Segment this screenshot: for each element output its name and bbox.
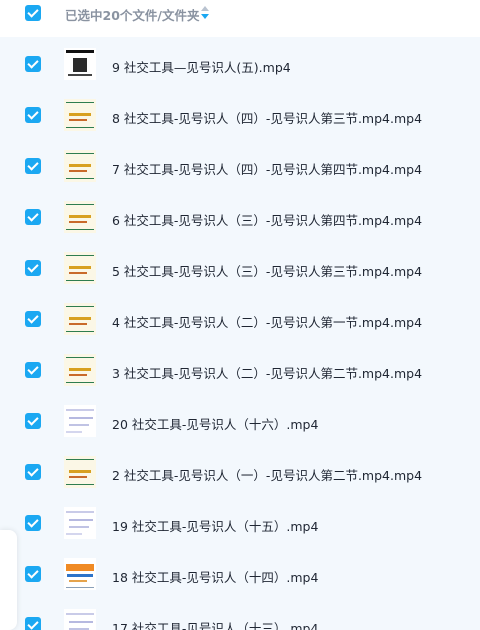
file-name: 8 社交工具-见号识人（四）-见号识人第三节.mp4.mp4 (112, 111, 423, 126)
side-panel-edge[interactable] (0, 530, 17, 630)
video-thumbnail-icon (64, 456, 96, 488)
video-thumbnail-icon (64, 354, 96, 386)
video-thumbnail-icon (64, 99, 96, 131)
file-row[interactable]: 8 社交工具-见号识人（四）-见号识人第三节.mp4.mp4 (0, 90, 480, 141)
video-thumbnail-icon (64, 48, 96, 80)
video-thumbnail-icon (64, 150, 96, 182)
file-row[interactable]: 7 社交工具-见号识人（四）-见号识人第四节.mp4.mp4 (0, 141, 480, 192)
file-checkbox[interactable] (25, 311, 41, 327)
file-list: 9 社交工具—见号识人(五).mp4 8 社交工具-见号识人（四）-见号识人第三… (0, 37, 480, 630)
video-thumbnail-icon (64, 252, 96, 284)
file-row[interactable]: 18 社交工具-见号识人（十四）.mp4 (0, 549, 480, 600)
file-checkbox[interactable] (25, 260, 41, 276)
file-name: 6 社交工具-见号识人（三）-见号识人第四节.mp4.mp4 (112, 213, 423, 228)
file-checkbox[interactable] (25, 56, 41, 72)
file-name: 5 社交工具-见号识人（三）-见号识人第三节.mp4.mp4 (112, 264, 423, 279)
file-name: 20 社交工具-见号识人（十六）.mp4 (112, 417, 319, 432)
selection-header: 已选中20个文件/文件夹 (0, 0, 480, 30)
select-all-checkbox[interactable] (25, 5, 41, 21)
file-name: 7 社交工具-见号识人（四）-见号识人第四节.mp4.mp4 (112, 162, 423, 177)
file-checkbox[interactable] (25, 107, 41, 123)
video-thumbnail-icon (64, 405, 96, 437)
video-thumbnail-icon (64, 303, 96, 335)
video-thumbnail-icon (64, 507, 96, 539)
file-name: 17 社交工具-见号识人（十三）.mp4 (112, 621, 319, 630)
video-thumbnail-icon (64, 609, 96, 630)
file-name: 19 社交工具-见号识人（十五）.mp4 (112, 519, 319, 534)
file-row[interactable]: 17 社交工具-见号识人（十三）.mp4 (0, 600, 480, 630)
file-row[interactable]: 5 社交工具-见号识人（三）-见号识人第三节.mp4.mp4 (0, 243, 480, 294)
file-checkbox[interactable] (25, 413, 41, 429)
file-checkbox[interactable] (25, 566, 41, 582)
video-thumbnail-icon (64, 201, 96, 233)
file-row[interactable]: 4 社交工具-见号识人（二）-见号识人第一节.mp4.mp4 (0, 294, 480, 345)
file-checkbox[interactable] (25, 209, 41, 225)
file-row[interactable]: 19 社交工具-见号识人（十五）.mp4 (0, 498, 480, 549)
selected-count-label: 已选中20个文件/文件夹 (65, 8, 200, 23)
file-row[interactable]: 2 社交工具-见号识人（一）-见号识人第二节.mp4.mp4 (0, 447, 480, 498)
file-checkbox[interactable] (25, 617, 41, 630)
file-row[interactable]: 6 社交工具-见号识人（三）-见号识人第四节.mp4.mp4 (0, 192, 480, 243)
file-checkbox[interactable] (25, 158, 41, 174)
file-checkbox[interactable] (25, 362, 41, 378)
file-name: 3 社交工具-见号识人（二）-见号识人第二节.mp4.mp4 (112, 366, 423, 381)
file-row[interactable]: 20 社交工具-见号识人（十六）.mp4 (0, 396, 480, 447)
file-name: 4 社交工具-见号识人（二）-见号识人第一节.mp4.mp4 (112, 315, 423, 330)
file-row[interactable]: 3 社交工具-见号识人（二）-见号识人第二节.mp4.mp4 (0, 345, 480, 396)
file-checkbox[interactable] (25, 515, 41, 531)
file-name: 9 社交工具—见号识人(五).mp4 (112, 60, 291, 75)
file-name: 2 社交工具-见号识人（一）-见号识人第二节.mp4.mp4 (112, 468, 423, 483)
sort-icon[interactable] (200, 6, 209, 21)
video-thumbnail-icon (64, 558, 96, 590)
file-name: 18 社交工具-见号识人（十四）.mp4 (112, 570, 319, 585)
file-checkbox[interactable] (25, 464, 41, 480)
file-row[interactable]: 9 社交工具—见号识人(五).mp4 (0, 39, 480, 90)
